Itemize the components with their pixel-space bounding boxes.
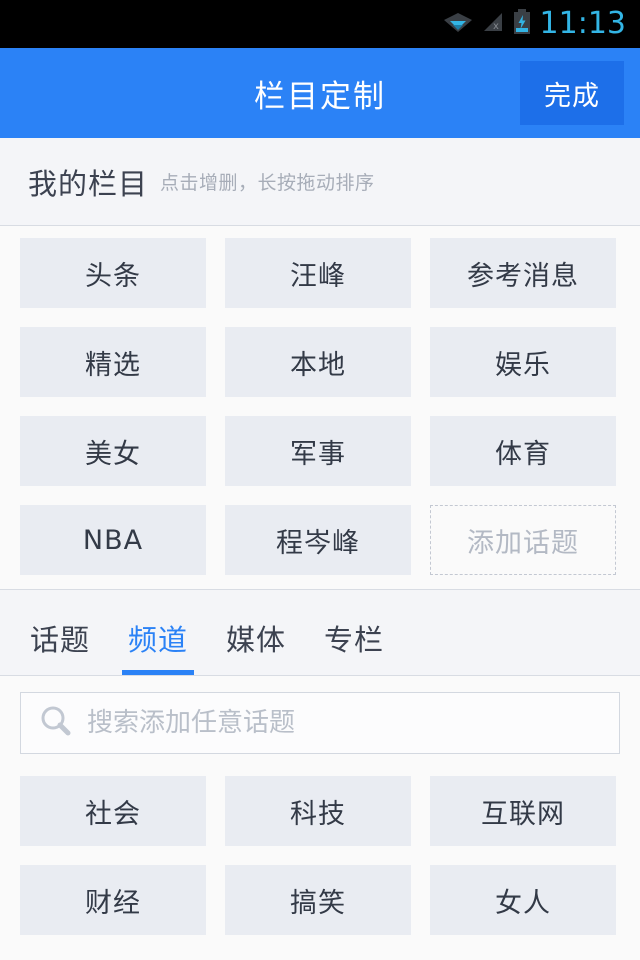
tab-topics[interactable]: 话题 — [24, 617, 96, 675]
available-tile[interactable]: 搞笑 — [225, 865, 411, 935]
page-title: 栏目定制 — [254, 78, 386, 115]
svg-text:x: x — [493, 21, 499, 32]
available-tile[interactable]: 女人 — [430, 865, 616, 935]
tab-media[interactable]: 媒体 — [220, 617, 292, 675]
my-column-tile[interactable]: 美女 — [20, 416, 206, 486]
app-header: 栏目定制 完成 — [0, 48, 640, 138]
my-column-tile[interactable]: 本地 — [225, 327, 411, 397]
tab-columns[interactable]: 专栏 — [318, 617, 390, 675]
add-topic-tile[interactable]: 添加话题 — [430, 505, 616, 575]
my-columns-grid: 头条 汪峰 参考消息 精选 本地 娱乐 美女 军事 体育 NBA 程岑峰 添加话… — [20, 238, 620, 575]
my-columns-title: 我的栏目 — [28, 166, 149, 201]
status-bar: x 11:13 — [0, 0, 640, 48]
available-grid: 社会 科技 互联网 财经 搞笑 女人 — [20, 776, 620, 935]
search-input[interactable] — [87, 708, 619, 738]
my-column-tile[interactable]: 程岑峰 — [225, 505, 411, 575]
available-tile[interactable]: 互联网 — [430, 776, 616, 846]
search-section — [0, 676, 640, 764]
battery-charging-icon — [513, 9, 531, 39]
category-tab-bar: 话题 频道 媒体 专栏 — [0, 590, 640, 676]
my-columns-subtitle: 点击增删，长按拖动排序 — [160, 172, 375, 194]
tab-channels[interactable]: 频道 — [122, 617, 195, 675]
available-tile[interactable]: 社会 — [20, 776, 206, 846]
my-column-tile[interactable]: 体育 — [430, 416, 616, 486]
available-tile[interactable]: 财经 — [20, 865, 206, 935]
my-column-tile[interactable]: 精选 — [20, 327, 206, 397]
my-column-tile[interactable]: 娱乐 — [430, 327, 616, 397]
available-tile[interactable]: 科技 — [225, 776, 411, 846]
my-columns-header: 我的栏目 点击增删，长按拖动排序 — [0, 138, 640, 226]
signal-off-icon: x — [482, 10, 504, 38]
my-column-tile[interactable]: 汪峰 — [225, 238, 411, 308]
wifi-icon — [443, 10, 473, 38]
search-box[interactable] — [20, 692, 620, 754]
my-column-tile[interactable]: 军事 — [225, 416, 411, 486]
search-icon — [39, 704, 73, 742]
available-grid-wrapper: 社会 科技 互联网 财经 搞笑 女人 — [0, 764, 640, 945]
my-column-tile[interactable]: 参考消息 — [430, 238, 616, 308]
status-time: 11:13 — [539, 6, 626, 41]
my-column-tile[interactable]: NBA — [20, 505, 206, 575]
my-columns-grid-wrapper: 头条 汪峰 参考消息 精选 本地 娱乐 美女 军事 体育 NBA 程岑峰 添加话… — [0, 226, 640, 590]
done-button[interactable]: 完成 — [520, 61, 624, 125]
my-column-tile[interactable]: 头条 — [20, 238, 206, 308]
